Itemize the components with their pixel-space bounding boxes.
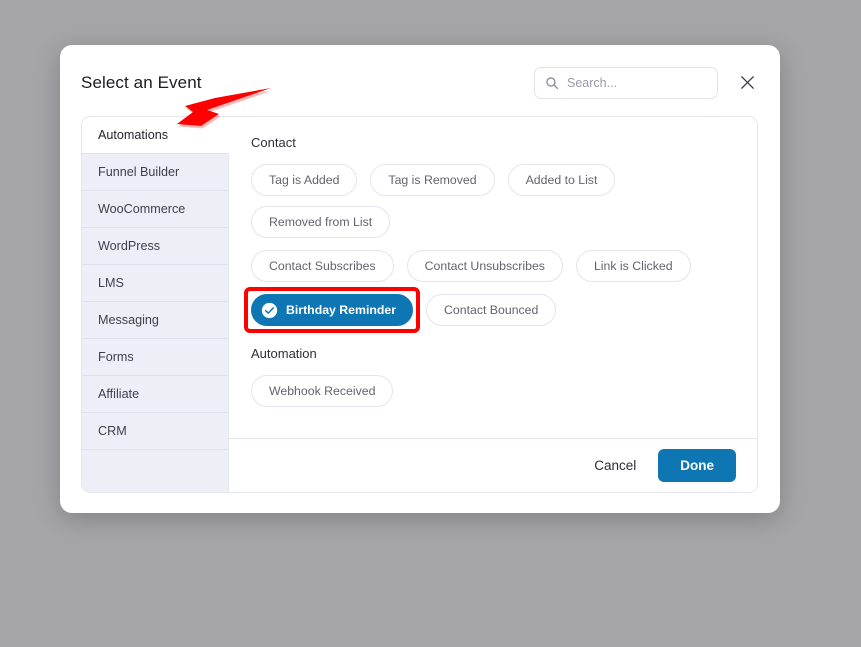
chip-label: Added to List bbox=[525, 173, 598, 187]
dialog-header: Select an Event bbox=[60, 45, 780, 120]
chip-row: Tag is Added Tag is Removed Added to Lis… bbox=[251, 164, 735, 238]
event-picker-panel: Automations Funnel Builder WooCommerce W… bbox=[81, 116, 758, 493]
event-chip-contact-unsubscribes[interactable]: Contact Unsubscribes bbox=[406, 250, 563, 282]
event-chip-birthday-reminder[interactable]: Birthday Reminder bbox=[251, 294, 414, 326]
sidebar-item-funnel-builder[interactable]: Funnel Builder bbox=[82, 154, 228, 191]
dialog-footer: Cancel Done bbox=[229, 438, 757, 492]
chip-row: Webhook Received bbox=[251, 375, 735, 407]
event-groups: Contact Tag is Added Tag is Removed Adde… bbox=[229, 117, 757, 438]
chip-label: Contact Bounced bbox=[444, 303, 539, 317]
sidebar-item-label: Forms bbox=[98, 350, 134, 364]
sidebar-item-crm[interactable]: CRM bbox=[82, 413, 228, 450]
chip-label: Birthday Reminder bbox=[286, 303, 397, 317]
event-chip-webhook-received[interactable]: Webhook Received bbox=[251, 375, 394, 407]
event-chip-contact-bounced[interactable]: Contact Bounced bbox=[426, 294, 557, 326]
check-circle-icon bbox=[261, 302, 278, 319]
chip-row: Birthday Reminder Contact Bounced bbox=[244, 287, 735, 333]
sidebar-item-label: Messaging bbox=[98, 313, 159, 327]
event-chip-added-to-list[interactable]: Added to List bbox=[507, 164, 616, 196]
sidebar-item-messaging[interactable]: Messaging bbox=[82, 302, 228, 339]
cancel-button[interactable]: Cancel bbox=[590, 452, 640, 479]
sidebar-item-lms[interactable]: LMS bbox=[82, 265, 228, 302]
category-sidebar: Automations Funnel Builder WooCommerce W… bbox=[82, 117, 229, 492]
event-chip-tag-is-removed[interactable]: Tag is Removed bbox=[370, 164, 495, 196]
chip-label: Webhook Received bbox=[269, 384, 376, 398]
done-button[interactable]: Done bbox=[658, 449, 736, 482]
chip-label: Contact Subscribes bbox=[269, 259, 376, 273]
sidebar-item-label: Funnel Builder bbox=[98, 165, 180, 179]
sidebar-item-woocommerce[interactable]: WooCommerce bbox=[82, 191, 228, 228]
sidebar-item-label: WordPress bbox=[98, 239, 161, 253]
chip-label: Removed from List bbox=[269, 215, 373, 229]
select-event-dialog: Select an Event Automations Funn bbox=[60, 45, 780, 513]
sidebar-item-automations[interactable]: Automations bbox=[82, 117, 229, 154]
event-chip-link-is-clicked[interactable]: Link is Clicked bbox=[575, 250, 691, 282]
sidebar-item-forms[interactable]: Forms bbox=[82, 339, 228, 376]
chip-row: Contact Subscribes Contact Unsubscribes … bbox=[251, 250, 735, 282]
page-title: Select an Event bbox=[81, 72, 202, 92]
chip-label: Tag is Removed bbox=[388, 173, 477, 187]
event-chip-tag-is-added[interactable]: Tag is Added bbox=[251, 164, 358, 196]
event-chip-contact-subscribes[interactable]: Contact Subscribes bbox=[251, 250, 394, 282]
sidebar-filler bbox=[82, 450, 228, 492]
event-list-content: Contact Tag is Added Tag is Removed Adde… bbox=[229, 117, 757, 492]
sidebar-item-affiliate[interactable]: Affiliate bbox=[82, 376, 228, 413]
chip-label: Tag is Added bbox=[269, 173, 340, 187]
search-input[interactable] bbox=[567, 75, 707, 90]
group-title-automation: Automation bbox=[251, 346, 317, 361]
highlight-box-birthday-reminder: Birthday Reminder bbox=[244, 287, 421, 333]
sidebar-item-label: Affiliate bbox=[98, 387, 140, 401]
search-icon bbox=[545, 76, 559, 90]
chip-label: Contact Unsubscribes bbox=[424, 259, 545, 273]
sidebar-item-label: WooCommerce bbox=[98, 202, 186, 216]
event-chip-removed-from-list[interactable]: Removed from List bbox=[251, 206, 391, 238]
sidebar-item-label: Automations bbox=[98, 128, 169, 142]
chip-label: Link is Clicked bbox=[593, 259, 673, 273]
close-icon[interactable] bbox=[736, 72, 758, 94]
search-box[interactable] bbox=[534, 66, 718, 99]
sidebar-item-label: LMS bbox=[98, 276, 124, 290]
group-title-contact: Contact bbox=[251, 135, 296, 150]
sidebar-item-wordpress[interactable]: WordPress bbox=[82, 228, 228, 265]
sidebar-item-label: CRM bbox=[98, 424, 127, 438]
